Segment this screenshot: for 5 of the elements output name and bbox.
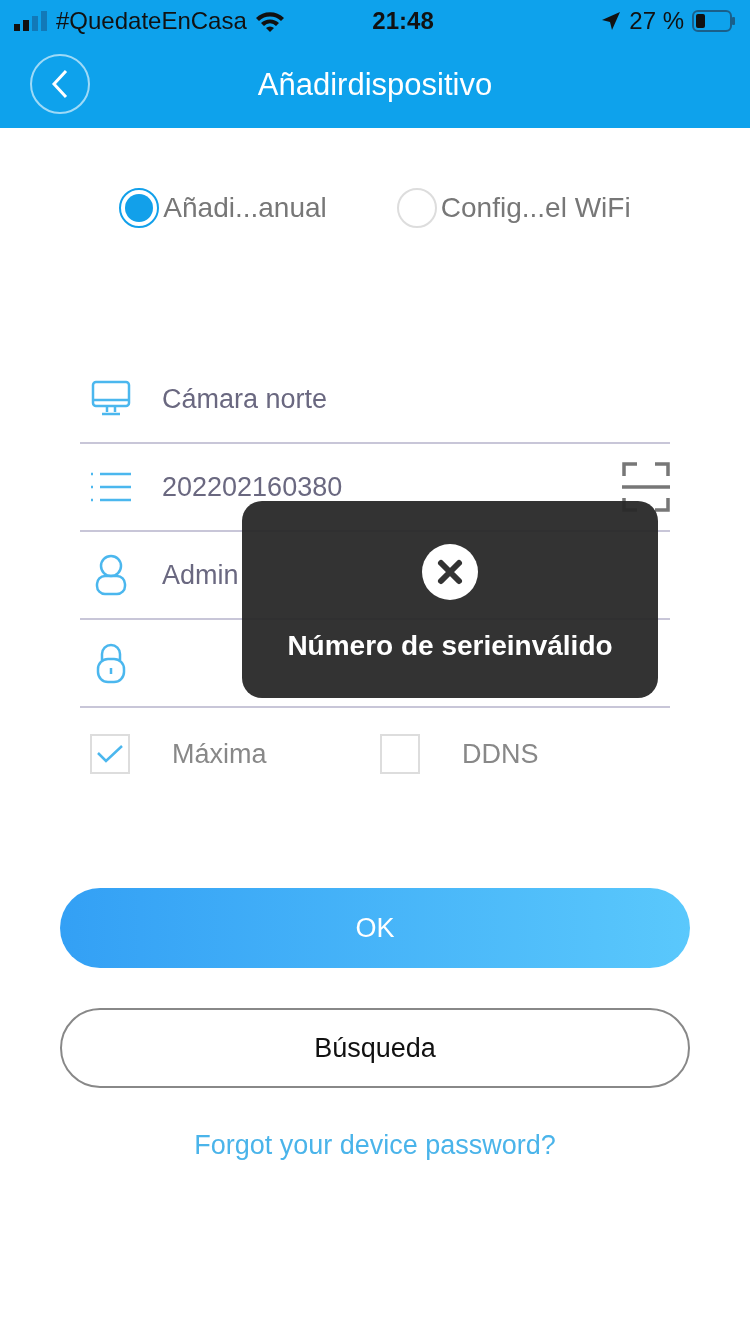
page-title: Añadirdispositivo: [257, 67, 493, 103]
clock-time: 21:48: [372, 7, 434, 35]
toast-message: Número de serieinválido: [287, 629, 613, 662]
battery-percent: 27 %: [629, 7, 684, 35]
carrier-name: #QuedateEnCasa: [56, 7, 247, 35]
